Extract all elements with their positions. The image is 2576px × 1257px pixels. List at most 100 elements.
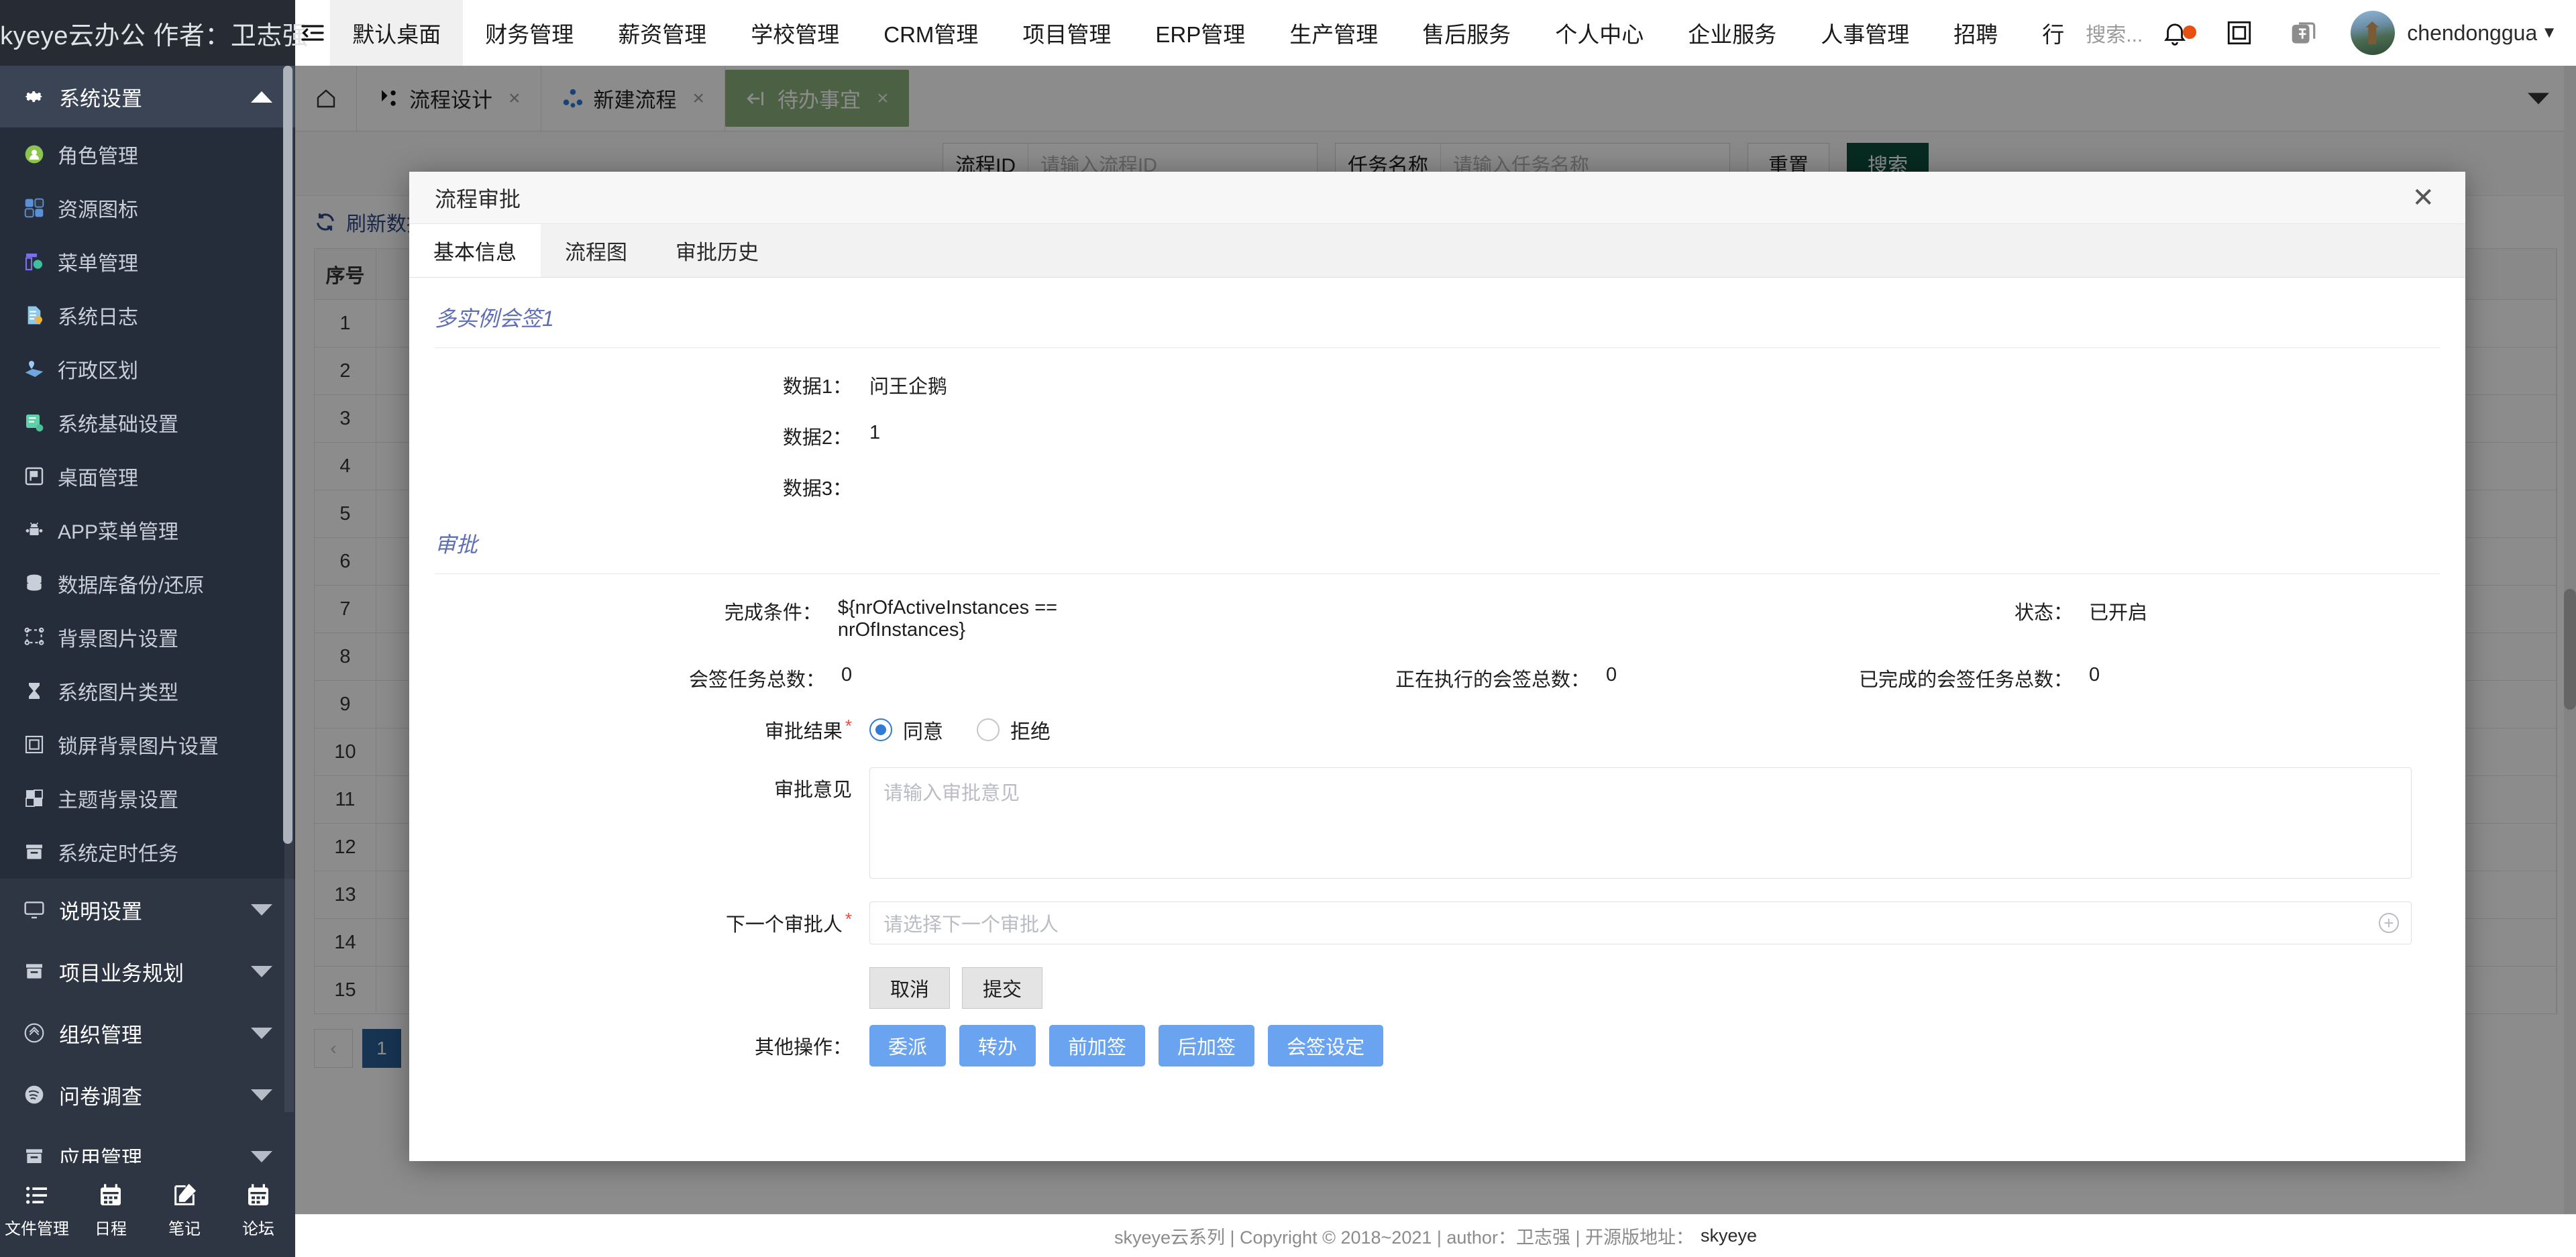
- sidebar-group-label: 应用管理: [59, 1146, 142, 1164]
- modal-tab-flow-chart[interactable]: 流程图: [541, 224, 651, 277]
- radio-agree-label[interactable]: 同意: [903, 715, 943, 745]
- nav-item-2[interactable]: 薪资管理: [596, 0, 729, 66]
- sidebar-footer-file-management[interactable]: 文件管理: [0, 1182, 74, 1239]
- approval-section-title: 审批: [435, 533, 478, 557]
- field-row-form-actions: 取消 提交: [409, 967, 2465, 1009]
- language-icon[interactable]: [2271, 0, 2336, 66]
- sidebar-item-label: APP菜单管理: [58, 521, 179, 543]
- username-label[interactable]: chendonggua: [2407, 21, 2537, 46]
- sidebar-group-project-business-planning[interactable]: 项目业务规划: [0, 940, 295, 1002]
- lockscreen-image-icon: [23, 733, 46, 756]
- nav-item-4[interactable]: CRM管理: [861, 0, 1000, 66]
- sidebar-item-administrative-division[interactable]: 行政区划: [0, 342, 295, 396]
- countersign-settings-button[interactable]: 会签设定: [1268, 1025, 1384, 1067]
- nav-item-6[interactable]: ERP管理: [1133, 0, 1267, 66]
- next-approver-select[interactable]: 请选择下一个审批人 +: [869, 901, 2412, 944]
- post-countersign-button[interactable]: 后加签: [1159, 1025, 1255, 1067]
- sidebar-group-label: 组织管理: [59, 1023, 142, 1047]
- footer-link[interactable]: skyeye: [1701, 1225, 1757, 1246]
- total-signatures-label: 会签任务总数：: [688, 669, 825, 691]
- nav-item-12[interactable]: 招聘: [1931, 0, 2020, 66]
- modal-tab-basic-info[interactable]: 基本信息: [409, 224, 541, 277]
- transfer-button[interactable]: 转办: [959, 1025, 1036, 1067]
- sidebar-item-label: 行政区划: [58, 360, 138, 382]
- sidebar-group-questionnaire[interactable]: 问卷调查: [0, 1064, 295, 1126]
- chevron-down-icon: [251, 1150, 272, 1162]
- approval-comment-textarea[interactable]: 请输入审批意见: [869, 767, 2412, 879]
- next-approver-placeholder: 请选择下一个审批人: [883, 914, 1059, 936]
- sidebar-scrollbar-track[interactable]: [283, 66, 294, 1112]
- sidebar-item-label: 资源图标: [58, 199, 138, 221]
- sidebar-item-role-management[interactable]: 角色管理: [0, 127, 295, 181]
- sidebar-item-system-base-settings[interactable]: 系统基础设置: [0, 396, 295, 449]
- app-brand: skyeye云办公 作者：卫志强: [0, 0, 308, 66]
- radio-reject-label[interactable]: 拒绝: [1010, 715, 1051, 745]
- radio-reject[interactable]: [977, 718, 1000, 741]
- data1-value: 问王企鹅: [869, 376, 948, 398]
- section-divider: [435, 347, 2440, 348]
- sidebar-item-system-image-type[interactable]: 系统图片类型: [0, 664, 295, 718]
- sidebar-item-database-backup-restore[interactable]: 数据库备份/还原: [0, 557, 295, 610]
- sidebar-group-application-management[interactable]: 应用管理: [0, 1126, 295, 1163]
- finished-signatures-value: 0: [2089, 664, 2100, 686]
- map-pin-icon: [23, 358, 46, 380]
- sidebar-item-label: 系统基础设置: [58, 414, 178, 436]
- sidebar-item-app-menu-management[interactable]: APP菜单管理: [0, 503, 295, 557]
- approval-result-label: 审批结果: [409, 716, 852, 744]
- sidebar-footer-forum[interactable]: 论坛: [221, 1182, 295, 1239]
- sidebar-group-label: 说明设置: [59, 899, 142, 924]
- bell-icon[interactable]: [2143, 0, 2207, 66]
- sidebar-item-lockscreen-background-settings[interactable]: 锁屏背景图片设置: [0, 718, 295, 771]
- nav-item-8[interactable]: 售后服务: [1400, 0, 1533, 66]
- sidebar-group-description-settings[interactable]: 说明设置: [0, 879, 295, 940]
- modal-tab-approval-history[interactable]: 审批历史: [651, 224, 783, 277]
- edit-icon: [174, 1183, 197, 1205]
- sidebar-item-resource-icons[interactable]: 资源图标: [0, 181, 295, 235]
- radio-agree[interactable]: [869, 718, 892, 741]
- sidebar-collapse-icon[interactable]: [295, 0, 330, 66]
- image-frame-icon: [23, 626, 46, 649]
- nav-item-1[interactable]: 财务管理: [463, 0, 596, 66]
- sidebar-footer-notes[interactable]: 笔记: [148, 1182, 221, 1239]
- sidebar-scrollbar-thumb[interactable]: [283, 66, 292, 844]
- basic-info-section-title: 多实例会签1: [435, 307, 554, 331]
- add-icon[interactable]: +: [2379, 913, 2399, 933]
- list-icon: [26, 1186, 47, 1204]
- nav-item-5[interactable]: 项目管理: [1000, 0, 1133, 66]
- nav-item-0[interactable]: 默认桌面: [330, 0, 464, 66]
- chevron-down-icon[interactable]: ▼: [2541, 23, 2557, 42]
- organization-icon: [23, 1022, 46, 1044]
- submit-button[interactable]: 提交: [962, 967, 1043, 1009]
- delegate-button[interactable]: 委派: [869, 1025, 947, 1067]
- sidebar-item-desktop-management[interactable]: 桌面管理: [0, 449, 295, 503]
- nav-item-7[interactable]: 生产管理: [1267, 0, 1400, 66]
- sidebar-item-system-scheduled-task[interactable]: 系统定时任务: [0, 825, 295, 879]
- sidebar-item-system-log[interactable]: 系统日志: [0, 288, 295, 342]
- other-operations-label: 其他操作：: [754, 1037, 852, 1058]
- nav-item-truncated[interactable]: 行: [2020, 0, 2070, 66]
- nav-item-9[interactable]: 个人中心: [1533, 0, 1666, 66]
- sidebar-item-theme-background-settings[interactable]: 主题背景设置: [0, 771, 295, 825]
- sidebar-item-label: 系统定时任务: [58, 843, 178, 865]
- fullscreen-icon[interactable]: [2207, 0, 2271, 66]
- close-icon[interactable]: ✕: [2406, 180, 2440, 215]
- nav-item-11[interactable]: 人事管理: [1799, 0, 1931, 66]
- chevron-down-icon: [251, 904, 272, 916]
- complete-condition-value: ${nrOfActiveInstances == nrOfInstances}: [837, 597, 1058, 641]
- field-row-counts: 会签任务总数： 0 正在执行的会签总数： 0 已完成的会签任务总数： 0: [409, 664, 2465, 692]
- sidebar-item-background-image-settings[interactable]: 背景图片设置: [0, 610, 295, 664]
- sidebar-group-system-settings[interactable]: 系统设置: [0, 66, 295, 127]
- sidebar-group-organization-management[interactable]: 组织管理: [0, 1002, 295, 1064]
- nav-item-10[interactable]: 企业服务: [1666, 0, 1799, 66]
- questionnaire-icon: [23, 1083, 46, 1106]
- chevron-up-icon: [251, 91, 272, 103]
- sidebar-footer-schedule[interactable]: 日程: [74, 1182, 148, 1239]
- top-search-placeholder[interactable]: 搜索...: [2070, 0, 2143, 66]
- database-icon: [23, 572, 46, 595]
- pre-countersign-button[interactable]: 前加签: [1049, 1025, 1146, 1067]
- complete-condition-label: 完成条件：: [724, 602, 822, 624]
- avatar[interactable]: [2351, 11, 2396, 55]
- sidebar-item-menu-management[interactable]: 菜单管理: [0, 235, 295, 288]
- cancel-button[interactable]: 取消: [869, 967, 951, 1009]
- nav-item-3[interactable]: 学校管理: [729, 0, 861, 66]
